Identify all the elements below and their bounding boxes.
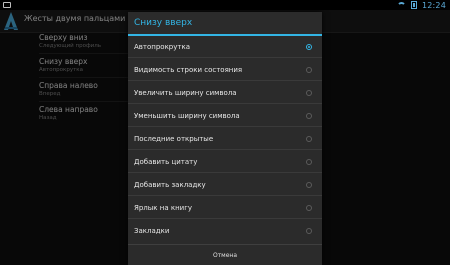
radio-icon[interactable] (306, 182, 312, 188)
radio-icon[interactable] (306, 159, 312, 165)
cancel-button[interactable]: Отмена (128, 245, 322, 265)
radio-icon[interactable] (306, 136, 312, 142)
battery-icon (410, 1, 417, 9)
option-increase-char-width[interactable]: Увеличить ширину символа (128, 82, 322, 104)
dialog-title: Снизу вверх (134, 18, 193, 28)
status-bar-right: 12:24 (397, 0, 446, 10)
dialog-header: Снизу вверх (128, 12, 322, 34)
option-recent[interactable]: Последние открытые (128, 128, 322, 150)
option-bookmarks[interactable]: Закладки (128, 220, 322, 242)
option-divider (128, 172, 322, 173)
option-divider (128, 195, 322, 196)
selection-dialog: Снизу вверх Автопрокрутка Видимость стро… (128, 12, 322, 265)
option-divider (128, 57, 322, 58)
option-add-quote[interactable]: Добавить цитату (128, 151, 322, 173)
radio-selected-icon[interactable] (306, 44, 312, 50)
option-divider (128, 126, 322, 127)
option-label: Добавить цитату (134, 158, 198, 166)
notification-icon (3, 2, 11, 8)
radio-icon[interactable] (306, 90, 312, 96)
wifi-icon (397, 2, 406, 9)
status-time: 12:24 (421, 0, 446, 10)
dialog-footer: Отмена (128, 244, 322, 265)
radio-icon[interactable] (306, 205, 312, 211)
option-book-shortcut[interactable]: Ярлык на книгу (128, 197, 322, 219)
option-label: Последние открытые (134, 135, 214, 143)
option-label: Уменьшить ширину символа (134, 112, 240, 120)
option-status-bar-visibility[interactable]: Видимость строки состояния (128, 59, 322, 81)
option-divider (128, 149, 322, 150)
option-add-bookmark[interactable]: Добавить закладку (128, 174, 322, 196)
option-divider (128, 80, 322, 81)
option-divider (128, 218, 322, 219)
radio-icon[interactable] (306, 228, 312, 234)
option-decrease-char-width[interactable]: Уменьшить ширину символа (128, 105, 322, 127)
status-bar: 12:24 (0, 0, 450, 10)
option-label: Видимость строки состояния (134, 66, 243, 74)
option-label: Увеличить ширину символа (134, 89, 237, 97)
option-divider (128, 103, 322, 104)
option-label: Ярлык на книгу (134, 204, 193, 212)
radio-icon[interactable] (306, 113, 312, 119)
option-label: Добавить закладку (134, 181, 206, 189)
option-label: Автопрокрутка (134, 43, 190, 51)
option-autoscroll[interactable]: Автопрокрутка (128, 36, 322, 58)
radio-icon[interactable] (306, 67, 312, 73)
option-label: Закладки (134, 227, 170, 235)
